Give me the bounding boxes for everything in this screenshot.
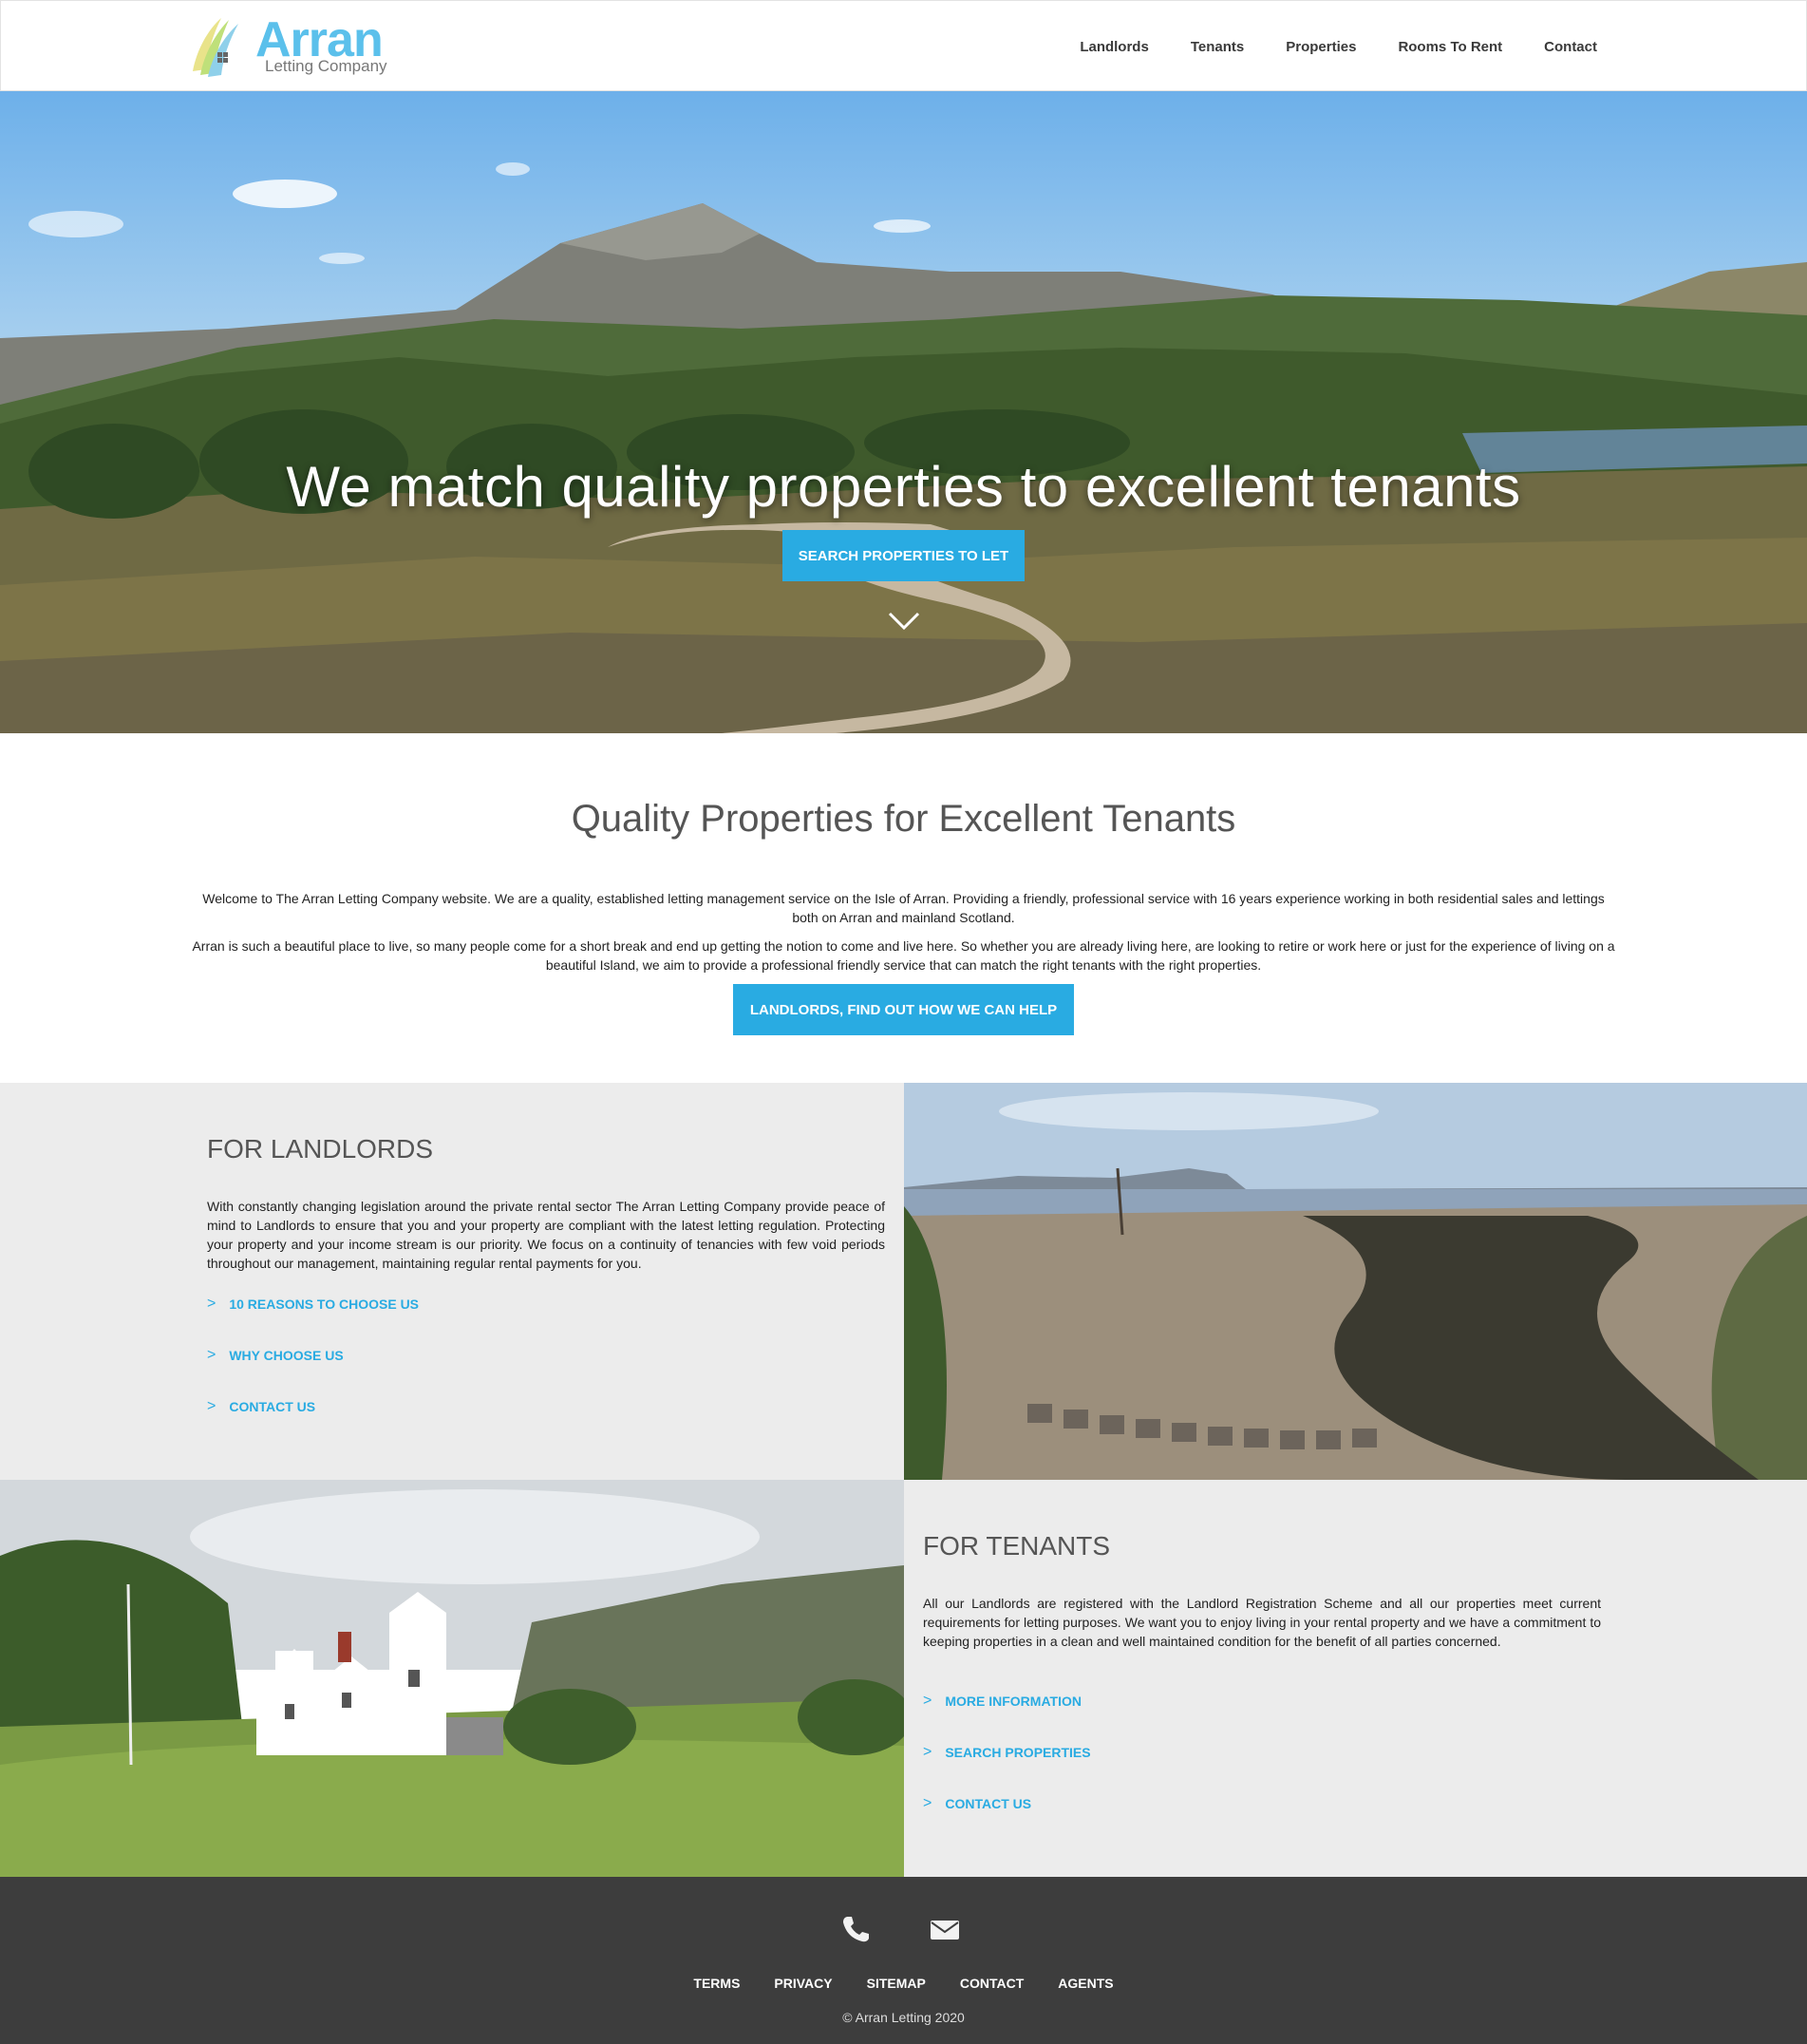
phone-icon[interactable]	[839, 1915, 872, 1943]
footer-link-sitemap[interactable]: SITEMAP	[867, 1976, 926, 1991]
chevron-right-icon: >	[207, 1398, 216, 1414]
brand-logo[interactable]: Arran Letting Company	[189, 12, 388, 81]
landlords-panel: FOR LANDLORDS With constantly changing l…	[0, 1083, 904, 1480]
more-information-link[interactable]: > MORE INFORMATION	[923, 1693, 1082, 1710]
search-properties-button[interactable]: SEARCH PROPERTIES TO LET	[782, 530, 1025, 581]
footer-link-privacy[interactable]: PRIVACY	[774, 1976, 832, 1991]
copyright-text: © Arran Letting 2020	[842, 2010, 965, 2025]
landlords-text: With constantly changing legislation aro…	[207, 1199, 885, 1271]
river-stepping-stones-image	[904, 1083, 1807, 1480]
footer-link-terms[interactable]: TERMS	[693, 1976, 740, 1991]
hero-title: We match quality properties to excellent…	[286, 455, 1521, 519]
main-nav: Landlords Tenants Properties Rooms To Re…	[1038, 1, 1597, 92]
site-footer: TERMS PRIVACY SITEMAP CONTACT AGENTS © A…	[0, 1877, 1807, 2044]
intro-paragraph-1: Welcome to The Arran Letting Company web…	[202, 891, 1605, 925]
why-choose-link[interactable]: > WHY CHOOSE US	[207, 1347, 344, 1364]
link-label: 10 REASONS TO CHOOSE US	[229, 1296, 420, 1312]
intro-paragraph-2: Arran is such a beautiful place to live,…	[192, 938, 1615, 973]
intro-section: Quality Properties for Excellent Tenants…	[0, 733, 1807, 1083]
tenants-text: All our Landlords are registered with th…	[923, 1596, 1601, 1649]
chevron-right-icon: >	[923, 1693, 932, 1709]
house-logo-icon	[193, 18, 238, 77]
chevron-right-icon: >	[923, 1744, 932, 1760]
footer-link-agents[interactable]: AGENTS	[1058, 1976, 1113, 1991]
link-label: SEARCH PROPERTIES	[945, 1745, 1091, 1760]
nav-item-rooms-to-rent[interactable]: Rooms To Rent	[1398, 39, 1502, 55]
intro-heading: Quality Properties for Excellent Tenants	[571, 798, 1236, 840]
landlords-contact-link[interactable]: > CONTACT US	[207, 1398, 315, 1415]
chevron-right-icon: >	[207, 1296, 216, 1312]
footer-links: TERMS PRIVACY SITEMAP CONTACT AGENTS	[0, 1976, 1807, 1991]
white-house-lawn-image	[0, 1480, 904, 1877]
hero-landscape-image	[0, 91, 1807, 733]
hero-banner: We match quality properties to excellent…	[0, 91, 1807, 733]
nav-item-tenants[interactable]: Tenants	[1191, 39, 1244, 55]
reasons-to-choose-link[interactable]: > 10 REASONS TO CHOOSE US	[207, 1296, 419, 1313]
tenants-panel: FOR TENANTS All our Landlords are regist…	[904, 1480, 1807, 1877]
tenants-contact-link[interactable]: > CONTACT US	[923, 1795, 1031, 1812]
brand-subtitle: Letting Company	[265, 57, 387, 75]
chevron-right-icon: >	[923, 1795, 932, 1811]
site-header: Arran Letting Company Landlords Tenants …	[0, 0, 1807, 91]
footer-link-contact[interactable]: CONTACT	[960, 1976, 1024, 1991]
nav-item-properties[interactable]: Properties	[1286, 39, 1356, 55]
search-properties-link[interactable]: > SEARCH PROPERTIES	[923, 1744, 1091, 1761]
tenants-heading: FOR TENANTS	[923, 1531, 1111, 1561]
link-label: CONTACT US	[945, 1796, 1032, 1811]
chevron-right-icon: >	[207, 1347, 216, 1363]
landlords-heading: FOR LANDLORDS	[207, 1134, 434, 1164]
envelope-icon[interactable]	[929, 1915, 961, 1943]
nav-item-landlords[interactable]: Landlords	[1080, 39, 1149, 55]
nav-item-contact[interactable]: Contact	[1544, 39, 1597, 55]
link-label: WHY CHOOSE US	[229, 1348, 344, 1363]
landlords-help-button[interactable]: LANDLORDS, FIND OUT HOW WE CAN HELP	[733, 984, 1074, 1035]
link-label: CONTACT US	[229, 1399, 316, 1414]
link-label: MORE INFORMATION	[945, 1694, 1082, 1709]
chevron-down-icon[interactable]	[888, 612, 920, 631]
